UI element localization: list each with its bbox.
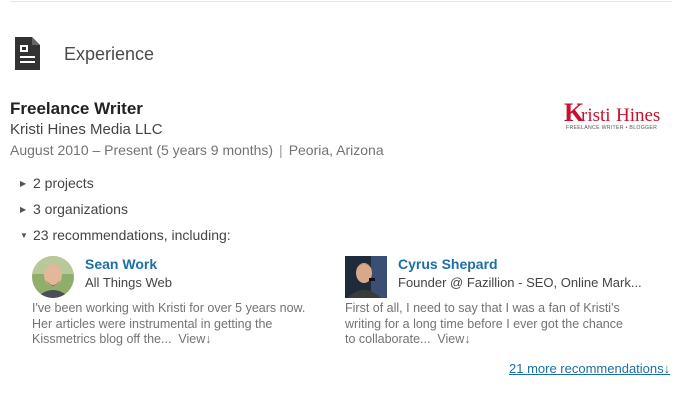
company-logo[interactable]: K risti Hines FREELANCE WRITER • BLOGGER [564,99,676,131]
job-meta: August 2010 – Present (5 years 9 months)… [10,142,384,158]
recommendation-text-line: writing for a long time before I ever go… [345,316,623,331]
avatar[interactable] [345,256,387,298]
recommender-headline: Founder @ Fazillion - SEO, Online Mark..… [398,275,642,290]
recommendation-text-line: to collaborate... View↓ [345,332,471,346]
organizations-expander[interactable]: ▶ 3 organizations [20,201,128,217]
logo-tagline: FREELANCE WRITER • BLOGGER [566,125,657,131]
logo-name-rest: risti [581,105,611,126]
job-dates: August 2010 – Present (5 years 9 months) [10,142,274,158]
section-header: Experience [12,36,154,72]
view-more-link[interactable]: View↓ [437,332,470,346]
company-name: Kristi Hines Media LLC [10,121,163,138]
triangle-down-icon: ▼ [20,231,28,240]
recommendation-text: I've been working with Kristi for over 5… [32,301,305,348]
projects-label: 2 projects [33,175,94,191]
recommendations-label: 23 recommendations, including: [33,227,231,243]
top-divider [10,1,672,2]
recommendation-text: First of all, I need to say that I was a… [345,301,623,348]
job-location: Peoria, Arizona [288,142,384,158]
recommender-name[interactable]: Sean Work [85,256,157,272]
more-recommendations-link[interactable]: 21 more recommendations↓ [509,361,670,376]
meta-separator: | [279,142,283,158]
recommendations-expander[interactable]: ▼ 23 recommendations, including: [20,227,231,243]
organizations-label: 3 organizations [33,201,128,217]
logo-name-last: Hines [616,105,660,126]
projects-expander[interactable]: ▶ 2 projects [20,175,94,191]
section-title: Experience [64,44,155,64]
triangle-right-icon: ▶ [20,205,27,214]
avatar[interactable] [32,256,74,298]
triangle-right-icon: ▶ [20,179,27,188]
recommender-name[interactable]: Cyrus Shepard [398,256,498,272]
job-title: Freelance Writer [10,99,143,118]
recommendation-text-line: Kissmetrics blog off the... View↓ [32,332,212,346]
recommendation-text-line: First of all, I need to say that I was a… [345,301,620,315]
recommender-headline: All Things Web [85,275,172,290]
recommendation-text-line: Her articles were instrumental in gettin… [32,316,273,331]
recommendation-text-line: I've been working with Kristi for over 5… [32,301,306,315]
view-more-link[interactable]: View↓ [178,332,211,346]
document-icon [15,37,40,70]
